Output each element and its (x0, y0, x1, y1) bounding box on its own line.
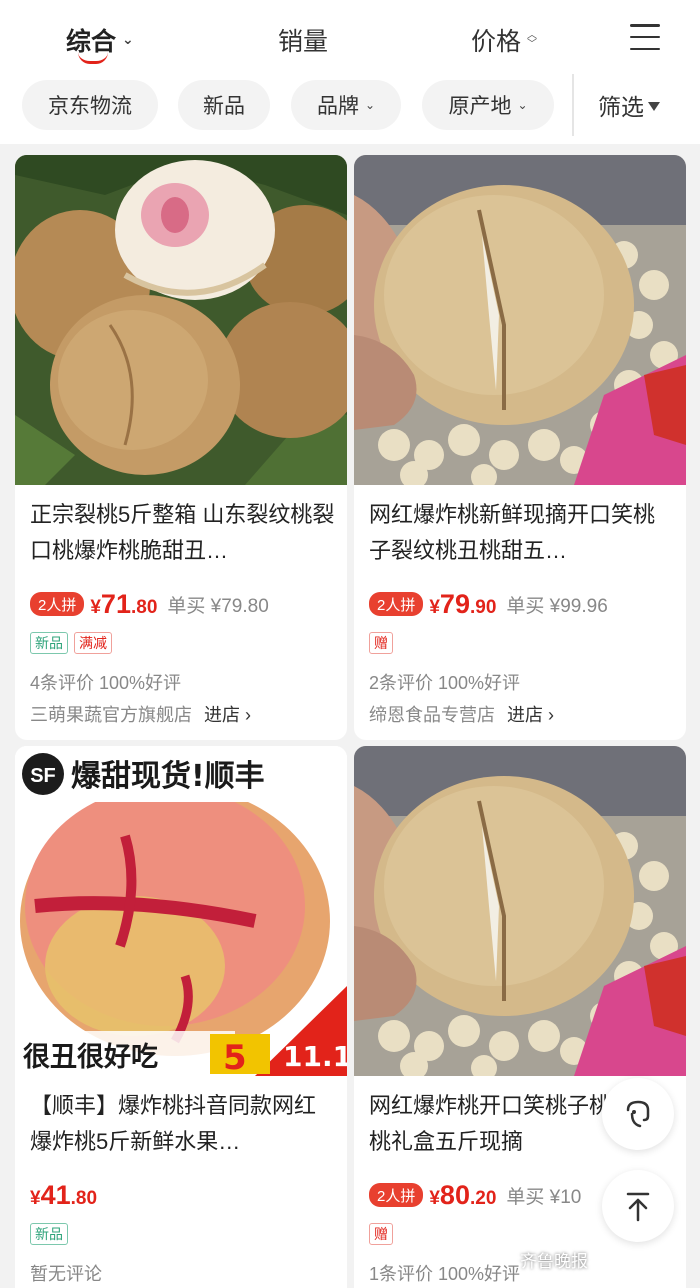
price-row: 2人拼 ¥71.80 单买 ¥79.80 (30, 587, 269, 621)
group-buy-badge: 2人拼 (369, 1183, 424, 1207)
group-buy-badge: 2人拼 (369, 592, 424, 616)
store-row: 缔恩食品专营店 进店 › (369, 701, 554, 727)
price: ¥71.80 (90, 588, 158, 619)
single-buy-price: 单买 ¥99.96 (506, 595, 608, 617)
product-card[interactable]: 网红爆炸桃新鲜现摘开口笑桃子裂纹桃丑桃甜五… 2人拼 ¥79.90 单买 ¥99… (354, 155, 686, 740)
tag-gift: 赠 (369, 632, 393, 654)
review-summary: 2条评价 100%好评 (369, 673, 521, 693)
product-title[interactable]: 【顺丰】爆炸桃抖音同款网红爆炸桃5斤新鲜水果… (30, 1088, 335, 1160)
tab-price[interactable]: 价格 ︿ ﹀ (471, 20, 537, 60)
tag-discount: 满减 (74, 632, 112, 654)
tag-list: 赠 (369, 1223, 393, 1245)
filter-label: 筛选 (598, 94, 644, 120)
filter-chip-origin[interactable]: 原产地 ⌄ (422, 80, 554, 130)
feedback-button[interactable] (602, 1078, 674, 1150)
product-image[interactable]: SF 爆甜现货!顺丰 很丑很好吃 5 11.11 (15, 746, 347, 1076)
image-caption-text: 很丑很好吃 (23, 1042, 158, 1073)
chevron-right-icon: › (548, 705, 555, 725)
chip-label: 原产地 (448, 95, 512, 118)
sort-tab-bar: 综合 ⌄ 销量 价格 ︿ ﹀ (0, 0, 700, 72)
menu-icon[interactable] (630, 24, 660, 50)
product-image[interactable] (354, 746, 686, 1076)
image-promo-text: 5 (223, 1038, 247, 1076)
chip-label: 京东物流 (48, 95, 132, 118)
single-buy-price: 单买 ¥79.80 (167, 595, 269, 617)
filter-bar: 京东物流 新品 品牌 ⌄ 原产地 ⌄ 筛选 (0, 72, 700, 144)
tag-list: 新品 满减 (30, 632, 112, 654)
chevron-down-icon: ⌄ (122, 30, 134, 47)
enter-store-link[interactable]: 进店 › (507, 701, 554, 727)
product-title[interactable]: 正宗裂桃5斤整箱 山东裂纹桃裂口桃爆炸桃脆甜丑… (30, 497, 335, 569)
price-row: ¥41.80 (30, 1178, 97, 1212)
store-row: 三萌果蔬官方旗舰店 进店 › (30, 701, 251, 727)
enter-store-link[interactable]: 进店 › (204, 701, 251, 727)
filter-button[interactable]: 筛选 (598, 88, 660, 122)
product-image[interactable] (354, 155, 686, 485)
review-summary: 1条评价 100%好评 (369, 1264, 521, 1284)
price: ¥41.80 (30, 1179, 98, 1210)
sort-icon: ︿ ﹀ (527, 30, 538, 50)
group-buy-badge: 2人拼 (30, 592, 85, 616)
tag-new: 新品 (30, 1223, 68, 1245)
image-1111-text: 11.11 (283, 1040, 347, 1073)
product-title[interactable]: 网红爆炸桃新鲜现摘开口笑桃子裂纹桃丑桃甜五… (369, 497, 674, 569)
tag-new: 新品 (30, 632, 68, 654)
price-row: 2人拼 ¥80.20 单买 ¥10 (369, 1178, 581, 1212)
tab-sales[interactable]: 销量 (278, 20, 328, 60)
filter-chip-brand[interactable]: 品牌 ⌄ (291, 80, 401, 130)
price: ¥80.20 (429, 1179, 497, 1210)
store-name[interactable]: 缔恩食品专营店 (369, 701, 495, 727)
review-summary: 暂无评论 (30, 1264, 102, 1284)
product-card[interactable]: 正宗裂桃5斤整箱 山东裂纹桃裂口桃爆炸桃脆甜丑… 2人拼 ¥71.80 单买 ¥… (15, 155, 347, 740)
chip-label: 新品 (203, 95, 245, 118)
active-tab-indicator (78, 52, 108, 64)
svg-text:SF: SF (30, 765, 56, 787)
store-name[interactable]: 三萌果蔬官方旗舰店 (30, 701, 192, 727)
back-to-top-icon (626, 1192, 650, 1222)
single-buy-price: 单买 ¥10 (506, 1186, 582, 1208)
back-to-top-button[interactable] (602, 1170, 674, 1242)
tab-label: 价格 (471, 28, 522, 56)
tag-list: 新品 (30, 1223, 68, 1245)
price: ¥79.90 (429, 588, 497, 619)
price-row: 2人拼 ¥79.90 单买 ¥99.96 (369, 587, 608, 621)
review-summary: 4条评价 100%好评 (30, 673, 182, 693)
feedback-icon (626, 1100, 650, 1128)
product-card[interactable]: SF 爆甜现货!顺丰 很丑很好吃 5 11.11 【顺丰】爆炸桃抖音同款网红爆炸… (15, 746, 347, 1288)
product-image[interactable] (15, 155, 347, 485)
chevron-right-icon: › (245, 705, 252, 725)
tag-gift: 赠 (369, 1223, 393, 1245)
chip-label: 品牌 (316, 95, 359, 118)
filter-chip-new[interactable]: 新品 (178, 80, 270, 130)
tab-label: 销量 (278, 28, 329, 56)
chevron-down-icon: ⌄ (517, 98, 528, 112)
tag-list: 赠 (369, 632, 393, 654)
chevron-down-icon: ⌄ (364, 98, 376, 112)
filter-chip-jd-logistics[interactable]: 京东物流 (22, 80, 158, 130)
watermark: 齐鲁晚报 (520, 1252, 588, 1271)
divider (572, 74, 574, 136)
image-banner-text: 爆甜现货!顺丰 (71, 759, 265, 794)
funnel-icon (648, 101, 660, 111)
